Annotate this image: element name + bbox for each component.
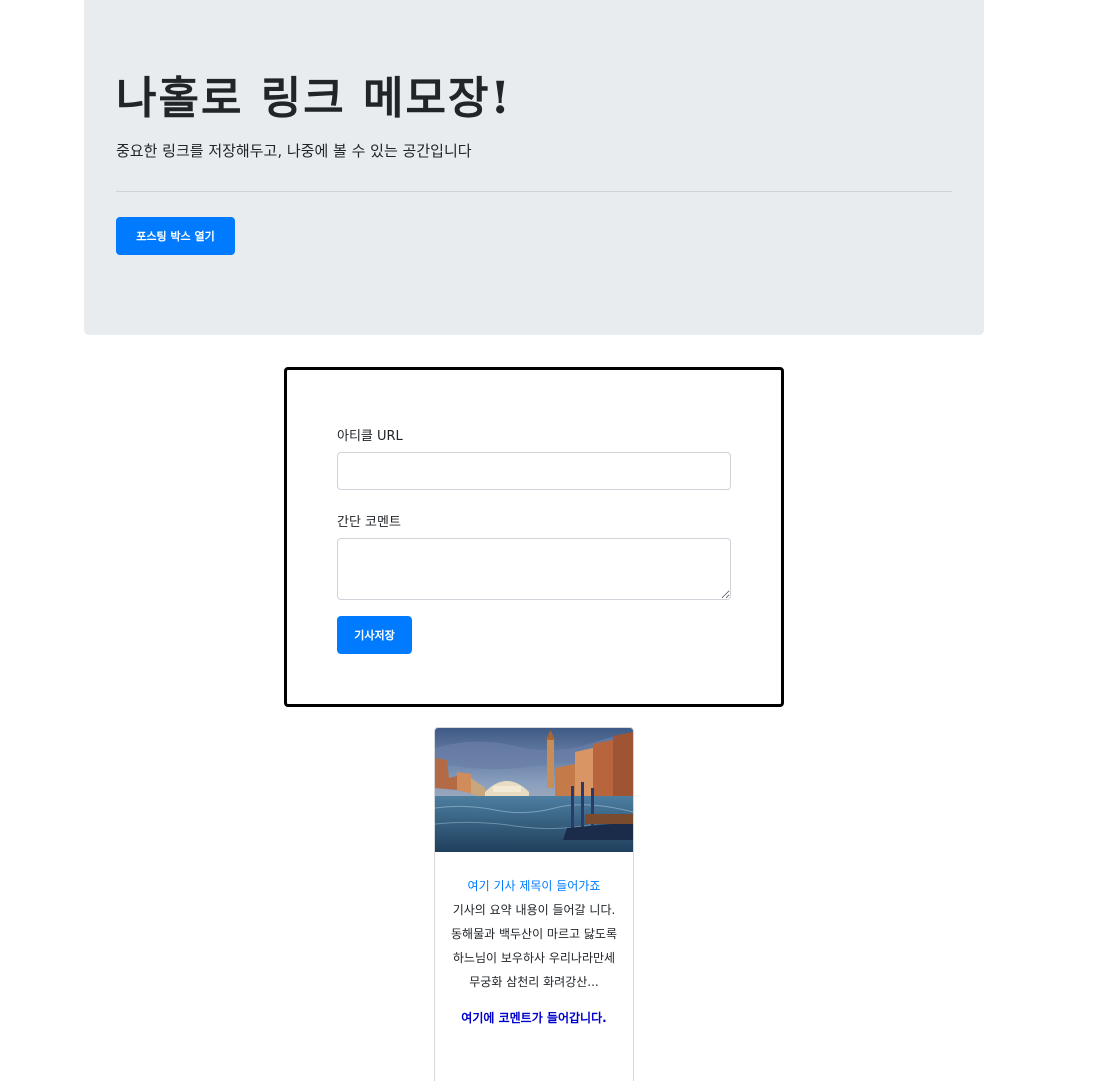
card-image (435, 728, 633, 852)
jumbotron-header: 나홀로 링크 메모장! 중요한 링크를 저장해두고, 나중에 볼 수 있는 공간… (84, 0, 984, 335)
page-subtitle: 중요한 링크를 저장해두고, 나중에 볼 수 있는 공간입니다 (116, 142, 472, 160)
page: 나홀로 링크 메모장! 중요한 링크를 저장해두고, 나중에 볼 수 있는 공간… (0, 0, 1107, 1081)
comment-textarea[interactable] (337, 538, 731, 600)
article-url-input[interactable] (337, 452, 731, 490)
card-title-link[interactable]: 여기 기사 제목이 들어가죠 (445, 874, 623, 898)
article-card: 여기 기사 제목이 들어가죠 기사의 요약 내용이 들어갈 니다. 동해물과 백… (434, 727, 634, 1081)
header-divider (116, 191, 952, 192)
card-body: 여기 기사 제목이 들어가죠 기사의 요약 내용이 들어갈 니다. 동해물과 백… (435, 852, 633, 1030)
comment-label: 간단 코멘트 (337, 515, 401, 530)
article-url-label: 아티클 URL (337, 429, 403, 444)
card-comment: 여기에 코멘트가 들어갑니다. (461, 1011, 607, 1025)
card-summary: 기사의 요약 내용이 들어갈 니다. 동해물과 백두산이 마르고 닳도록 하느님… (450, 903, 617, 989)
save-article-button[interactable]: 기사저장 (337, 616, 412, 654)
page-title: 나홀로 링크 메모장! (116, 73, 512, 124)
posting-box: 아티클 URL 간단 코멘트 기사저장 (284, 367, 784, 707)
open-posting-box-button[interactable]: 포스팅 박스 열기 (116, 217, 235, 255)
